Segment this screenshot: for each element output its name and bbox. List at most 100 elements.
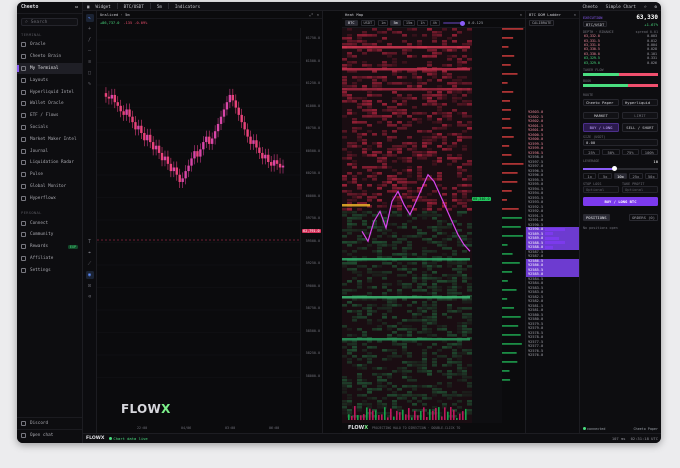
trash-tool-icon[interactable]: ⌫ [86,293,94,301]
buy-long-button[interactable]: BUY / LONG [583,122,619,132]
price-chart[interactable] [97,28,301,413]
liquidity-heatmap[interactable] [342,28,526,423]
heat-cell [407,193,412,196]
leverage-option-25x[interactable]: 25x [629,172,643,179]
pair-selector[interactable]: BTC/USDT [583,21,608,27]
fib-tool-icon[interactable]: ≡ [86,58,94,66]
sidebar-item-layouts[interactable]: Layouts [17,74,82,86]
heat-cell [427,100,432,103]
sidebar-item-market-maker-intel[interactable]: Market Maker Intel [17,133,82,145]
close-icon[interactable]: ✕ [317,12,319,17]
sidebar-item-my-terminal[interactable]: My Terminal [17,62,82,75]
indicators-button[interactable]: Indicators [175,4,200,9]
calibrate-button[interactable]: CALIBRATE [529,20,555,26]
sidebar-item-community[interactable]: Community [17,229,82,241]
sidebar-item-liquidation-radar[interactable]: Liquidation Radar [17,157,82,169]
leverage-option-10x[interactable]: 10x [613,172,628,179]
lock-tool-icon[interactable]: ⊡ [86,282,94,290]
leverage-slider[interactable] [583,166,658,172]
interval-tab-15m[interactable]: 15m [402,20,416,26]
brush-tool-icon[interactable]: ✎ [86,80,94,88]
close-icon[interactable]: ✕ [574,12,576,17]
interval-tab-5m[interactable]: 5m [390,20,401,26]
sidebar-item-journal[interactable]: Journal [17,145,82,157]
expand-icon[interactable]: ⤢ [310,12,313,17]
stop-loss-input[interactable]: Optional [583,185,619,193]
sidebar-item-affiliate[interactable]: Affiliate [17,253,82,265]
settings-icon[interactable]: ⚙ [654,4,657,9]
sidebar-item-settings[interactable]: Settings [17,264,82,276]
price-axis[interactable]: 61750.0 61500.0 61250.0 61000.0 60750.0 60500… [300,28,322,421]
heat-cell [357,367,362,370]
sidebar-item-socials[interactable]: Socials [17,122,82,134]
search-input[interactable]: ⌕ Search [21,18,78,26]
widget-button[interactable]: Widget [96,4,111,9]
sidebar-item-global-monitor[interactable]: Global Monitor [17,181,82,193]
dom-price: 92582.0 [528,299,544,304]
account-label[interactable]: Cheeto [583,4,598,9]
volume-bar [402,409,404,420]
sidebar-item-rewards[interactable]: Rewards EXP [17,241,82,253]
size-pct-25[interactable]: 25% [583,148,601,155]
interval-tab-1m[interactable]: 1m [378,20,389,26]
heat-cell [382,277,387,280]
take-profit-input[interactable]: Optional [622,185,658,193]
order-type-market[interactable]: MARKET [583,111,619,119]
interval-tab-4h[interactable]: 4h [429,20,440,26]
sidebar-item-pulse[interactable]: Pulse [17,169,82,181]
search-icon[interactable]: ⌕ [644,4,647,9]
close-icon[interactable]: ✕ [520,12,522,17]
sidebar-item-wallet-oracle[interactable]: Wallet Oracle [17,98,82,110]
heat-cell [387,28,392,31]
sidebar-item-open-chat[interactable]: Open chat [17,429,82,441]
heat-cell [427,292,432,295]
quote-selector[interactable]: USDT [360,20,376,26]
interval-tab-1h[interactable]: 1h [417,20,428,26]
horizontal-line-tool-icon[interactable]: ― [86,47,94,55]
crosshair-tool-icon[interactable]: + [86,25,94,33]
sell-short-button[interactable]: SELL / SHORT [622,122,658,132]
sidebar-item-hyperflowx[interactable]: Hyperflowx [17,192,82,204]
shape-tool-icon[interactable]: □ [86,69,94,77]
heat-cell [387,262,392,265]
heat-cell [357,229,362,232]
order-type-limit[interactable]: LIMIT [622,111,658,119]
magnet-tool-icon[interactable]: ◉ [85,271,94,279]
heat-cell [442,139,447,142]
dom-price: 92602.5 [528,114,544,119]
cursor-tool-icon[interactable]: ↖ [85,14,94,22]
leverage-option-5x[interactable]: 5x [598,172,612,179]
collapse-icon[interactable]: ▭ [75,5,78,10]
tab-positions[interactable]: POSITIONS [583,213,610,221]
submit-order-button[interactable]: BUY / LONG BTC [583,196,658,206]
measure-tool-icon[interactable]: ⌖ [86,249,94,257]
trendline-tool-icon[interactable]: / [86,36,94,44]
heat-cell [432,265,437,268]
sidebar-item-connect[interactable]: Connect [17,217,82,229]
tab-orders[interactable]: ORDERS (0) [629,213,658,221]
size-pct-50[interactable]: 50% [602,148,620,155]
size-input[interactable]: 0.00 [583,138,658,146]
leverage-option-50x[interactable]: 50x [644,172,659,179]
pattern-tool-icon[interactable]: ⟋ [86,260,94,268]
pair-selector[interactable]: BTC [345,20,358,26]
grid-icon[interactable]: ▦ [87,4,90,9]
heat-cell [467,328,472,331]
sidebar-item-hyperliquid-intel[interactable]: Hyperliquid Intel [17,86,82,98]
route-paper[interactable]: Cheeto Paper [583,98,619,106]
sidebar-item-oracle[interactable]: Oracle [17,39,82,51]
route-hyperliquid[interactable]: Hyperliquid [622,98,658,106]
size-pct-75[interactable]: 75% [621,148,639,155]
layout-label[interactable]: Simple Chart [606,4,636,9]
sidebar-item-discord[interactable]: Discord [17,417,82,429]
symbol-selector[interactable]: BTC/USDT [124,4,144,9]
interval-selector[interactable]: 5m [157,4,162,9]
depth-profile-bar [502,271,513,273]
text-tool-icon[interactable]: T [86,238,94,246]
sidebar-item-etf-flows[interactable]: ETF / Flows [17,110,82,122]
dom-ladder-row[interactable]: 92576.0 [526,353,579,358]
intensity-slider[interactable] [442,20,465,26]
size-pct-100[interactable]: 100% [640,148,658,155]
sidebar-item-cheeto-brain[interactable]: Cheeto Brain [17,51,82,63]
leverage-option-1x[interactable]: 1x [583,172,597,179]
